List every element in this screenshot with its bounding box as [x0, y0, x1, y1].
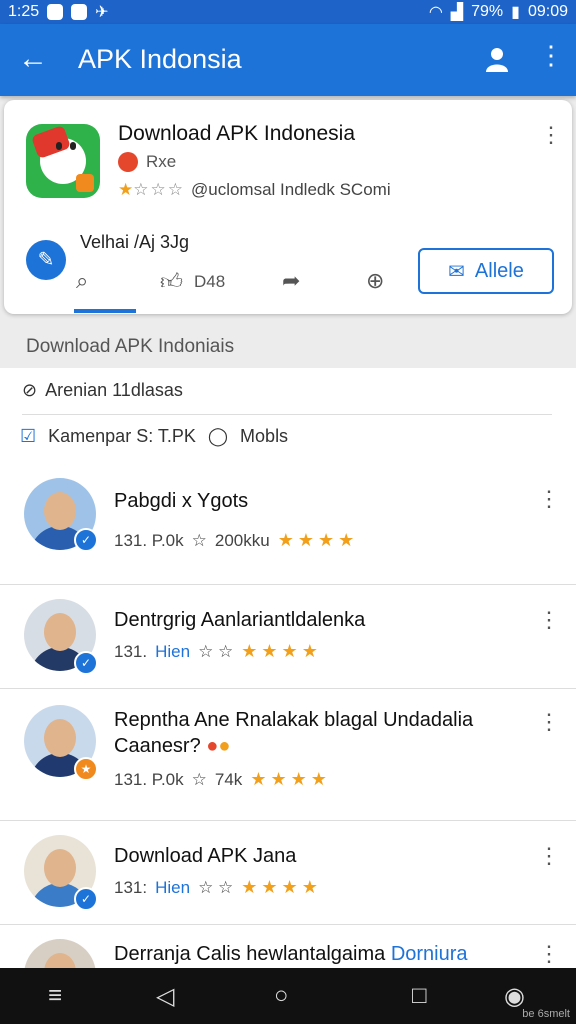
list-item[interactable]: ★ Repntha Ane Rnalakak blagal Undadalia …: [0, 688, 576, 821]
star-outline-icon: ☆: [191, 530, 207, 550]
back-triangle-icon[interactable]: ◁: [156, 982, 174, 1011]
rating-stars: ★★★★: [277, 530, 359, 550]
battery-level: 79%: [471, 3, 504, 20]
checkbox-icon[interactable]: ☑: [20, 426, 36, 447]
action-row: ⌕ 👍︎ D48 ➦ ⊕: [74, 264, 384, 304]
list-item[interactable]: ✓ Dentrgrig Aanlariantldalenka 131. Hien…: [0, 584, 576, 689]
result-title: Derranja Calis hewlantalgaima Dorniura: [114, 941, 524, 967]
arrow-left-icon[interactable]: ←: [18, 44, 48, 74]
thumbs-up-icon[interactable]: 👍︎: [160, 268, 183, 295]
divider: [22, 414, 552, 415]
list-item[interactable]: Derranja Calis hewlantalgaima Dorniura ⋮: [0, 924, 576, 1011]
more-vert-icon[interactable]: ⋮: [538, 42, 564, 68]
download-icon[interactable]: ⊕: [366, 268, 384, 294]
badge-icon: ★: [74, 757, 98, 781]
recents-square-icon[interactable]: □: [412, 982, 427, 1010]
star-outline-icon: ☆ ☆: [198, 641, 234, 661]
section-title: Download APK Indoniais: [26, 336, 235, 357]
developer-badge-icon: [118, 152, 138, 172]
rating-stars: ★★★★: [250, 769, 331, 789]
app-bar: ← APK Indonsia ⋮: [0, 24, 576, 96]
verified-icon: ✓: [74, 887, 98, 911]
signal-icon: ▟: [450, 4, 464, 21]
result-meta: 131: Hien ☆ ☆ ★★★★: [114, 877, 322, 898]
more-vert-icon[interactable]: ⋮: [538, 607, 560, 633]
status-link[interactable]: Hien: [155, 878, 190, 898]
result-title: Pabgdi x Ygots: [114, 490, 249, 512]
result-title-text: Repntha Ane Rnalakak blagal Undadalia Ca…: [114, 709, 474, 757]
app-title: Download APK Indonesia: [118, 122, 355, 145]
share-icon[interactable]: ➦: [282, 268, 300, 294]
result-title-link[interactable]: Dorniura: [391, 943, 468, 965]
status-link[interactable]: Hien: [155, 642, 190, 662]
install-circle-button[interactable]: ✎: [26, 240, 66, 280]
app-card[interactable]: Download APK Indonesia ⋮ Rxe ★☆☆☆ @uclom…: [4, 100, 572, 314]
more-vert-icon[interactable]: ⋮: [538, 941, 560, 967]
page-title: APK Indonsia: [78, 44, 242, 74]
emoji-icon: ●: [206, 735, 219, 757]
more-vert-icon[interactable]: ⋮: [538, 843, 560, 869]
rating-stars: ★★★★: [241, 877, 322, 897]
assistant-icon[interactable]: ◉: [504, 982, 525, 1011]
filter-text-2: Mobls: [240, 426, 289, 446]
rating-stars: ★★★★: [241, 641, 322, 661]
results-list: ⊘ Arenian 11dlasas ☑ Kamenpar S: T.PK ◯ …: [0, 368, 576, 1011]
more-vert-icon[interactable]: ⋮: [538, 486, 560, 512]
likes-count: D48: [194, 272, 226, 291]
rating-stars: ★☆☆☆: [118, 180, 185, 199]
menu-icon[interactable]: ≡: [48, 982, 62, 1010]
developer-line: Rxe: [118, 152, 176, 172]
footer-text: be 6smelt: [522, 1008, 570, 1020]
send-icon: ✉: [448, 260, 465, 283]
downloads-count: 131:: [114, 877, 148, 897]
info-text: Arenian 11dlasas: [45, 380, 183, 400]
rating-count: 74k: [214, 769, 243, 789]
action-button[interactable]: ✉ Allele: [418, 248, 554, 294]
verified-icon: ✓: [74, 528, 98, 552]
rating-line: ★☆☆☆ @uclomsal Indledk SComi: [118, 180, 391, 200]
notification-icon: [71, 4, 88, 20]
downloads-count: 131. P.0k: [114, 769, 184, 789]
result-meta: 131. P.0k ☆ 74k ★★★★: [114, 769, 331, 790]
tab-indicator: [74, 309, 136, 313]
result-title: Dentrgrig Aanlariantldalenka: [114, 609, 366, 631]
airplane-icon: ✈: [95, 4, 109, 21]
more-vert-icon[interactable]: ⋮: [538, 709, 560, 735]
result-title-text: Derranja Calis hewlantalgaima: [114, 943, 386, 965]
verified-icon: ✓: [74, 651, 98, 675]
person-icon[interactable]: [484, 46, 510, 77]
search-icon[interactable]: ⌕: [76, 268, 88, 294]
filter-text: Kamenpar S: T.PK: [48, 426, 196, 446]
tag-icon: ⊘: [22, 380, 38, 400]
result-title: Download APK Jana: [114, 845, 297, 867]
emoji-icon: ●: [218, 735, 231, 757]
notification-icon: [47, 4, 64, 20]
star-outline-icon: ☆ ☆: [198, 877, 234, 897]
battery-icon: ▮: [511, 4, 520, 21]
developer-name: Rxe: [146, 152, 177, 171]
downloads-count: 131.: [114, 641, 148, 661]
result-meta: 131. Hien ☆ ☆ ★★★★: [114, 641, 322, 662]
action-button-label: Allele: [474, 259, 524, 282]
status-bar: 1:25 ✈ ◠ ▟ 79% ▮ 09:09: [0, 0, 576, 24]
rating-text: @uclomsal Indledk SComi: [190, 180, 391, 199]
rating-count: 200kku: [214, 530, 270, 550]
star-outline-icon: ☆: [191, 769, 207, 789]
downloads-count: 131. P.0k: [114, 530, 184, 550]
more-vert-icon[interactable]: ⋮: [540, 122, 562, 148]
status-time: 1:25: [8, 3, 40, 20]
list-item[interactable]: ✓ Download APK Jana 131: Hien ☆ ☆ ★★★★ ⋮: [0, 820, 576, 925]
list-item[interactable]: ✓ Pabgdi x Ygots 131. P.0k ☆ 200kku ★★★★…: [0, 464, 576, 584]
status-clock: 09:09: [527, 3, 568, 20]
info-line: ⊘ Arenian 11dlasas: [22, 380, 183, 401]
wifi-icon: ◠: [428, 4, 443, 21]
filter-line: ☑ Kamenpar S: T.PK ◯ Mobls: [20, 426, 288, 447]
chat-icon: ◯: [207, 426, 229, 446]
version-text: Velhai /Aj 3Jg: [80, 232, 190, 252]
system-nav-bar: ≡ ◁ ○ □ ◉ be 6smelt: [0, 968, 576, 1024]
result-meta: 131. P.0k ☆ 200kku ★★★★: [114, 530, 358, 551]
result-title: Repntha Ane Rnalakak blagal Undadalia Ca…: [114, 707, 524, 759]
home-circle-icon[interactable]: ○: [274, 982, 289, 1010]
app-icon: [26, 124, 100, 198]
